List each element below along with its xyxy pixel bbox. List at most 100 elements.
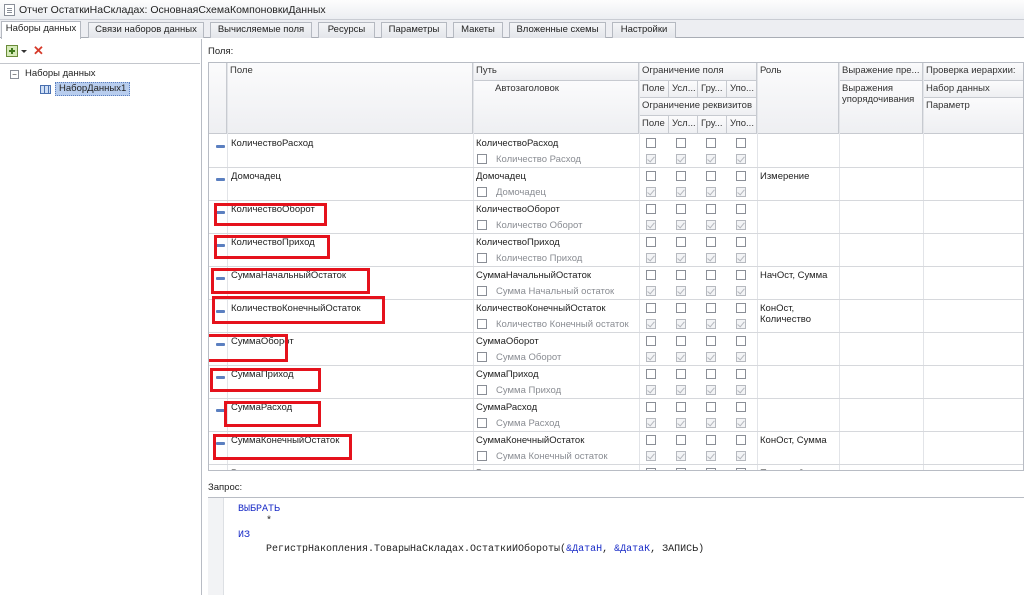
- field-title[interactable]: Сумма Приход: [496, 385, 636, 396]
- attr-restriction-checkbox[interactable]: [646, 385, 656, 395]
- field-restriction-checkbox[interactable]: [646, 402, 656, 412]
- tab-nested-schemas[interactable]: Вложенные схемы: [509, 22, 606, 38]
- autotitle-checkbox[interactable]: [477, 352, 487, 362]
- field-restriction-checkbox[interactable]: [736, 171, 746, 181]
- field-role[interactable]: КонОст, Сумма: [760, 435, 836, 446]
- field-restriction-checkbox[interactable]: [736, 369, 746, 379]
- delete-button[interactable]: ✕: [33, 44, 45, 57]
- field-name[interactable]: СуммаКонечныйОстаток: [231, 435, 467, 446]
- table-row[interactable]: СуммаНачальныйОстаток СуммаНачальныйОстат…: [209, 267, 1023, 300]
- table-row[interactable]: СуммаКонечныйОстаток СуммаКонечныйОстаток…: [209, 432, 1023, 465]
- attr-restriction-checkbox[interactable]: [706, 154, 716, 164]
- field-name[interactable]: КоличествоОборот: [231, 204, 467, 215]
- table-row[interactable]: СуммаОборот СуммаОборот Сумма Оборот: [209, 333, 1023, 366]
- field-title[interactable]: Количество Приход: [496, 253, 636, 264]
- autotitle-checkbox[interactable]: [477, 220, 487, 230]
- field-restriction-checkbox[interactable]: [646, 138, 656, 148]
- attr-restriction-checkbox[interactable]: [646, 319, 656, 329]
- field-path[interactable]: Регистратор: [476, 468, 636, 470]
- field-title[interactable]: Сумма Оборот: [496, 352, 636, 363]
- attr-restriction-checkbox[interactable]: [676, 451, 686, 461]
- field-restriction-checkbox[interactable]: [706, 468, 716, 470]
- table-row[interactable]: Домочадец Домочадец Домочадец Измерение: [209, 168, 1023, 201]
- field-restriction-checkbox[interactable]: [646, 369, 656, 379]
- header-attr-restriction[interactable]: Ограничение реквизитов: [639, 98, 757, 116]
- autotitle-checkbox[interactable]: [477, 286, 487, 296]
- header-path[interactable]: Путь: [473, 63, 639, 81]
- field-restriction-checkbox[interactable]: [706, 204, 716, 214]
- field-restriction-checkbox[interactable]: [736, 402, 746, 412]
- field-path[interactable]: КоличествоРасход: [476, 138, 636, 149]
- field-restriction-checkbox[interactable]: [706, 402, 716, 412]
- header-hierarchy-check[interactable]: Проверка иерархии:: [923, 63, 1023, 81]
- field-restriction-checkbox[interactable]: [736, 303, 746, 313]
- autotitle-checkbox[interactable]: [477, 253, 487, 263]
- attr-restriction-checkbox[interactable]: [706, 385, 716, 395]
- table-row[interactable]: КоличествоКонечныйОстаток КоличествоКонеч…: [209, 300, 1023, 333]
- tab-templates[interactable]: Макеты: [453, 22, 503, 38]
- field-path[interactable]: СуммаОборот: [476, 336, 636, 347]
- attr-restriction-checkbox[interactable]: [736, 352, 746, 362]
- attr-restriction-checkbox[interactable]: [646, 451, 656, 461]
- field-restriction-checkbox[interactable]: [736, 138, 746, 148]
- header-field-col[interactable]: Поле: [639, 81, 669, 98]
- attr-restriction-checkbox[interactable]: [676, 154, 686, 164]
- field-name[interactable]: КоличествоКонечныйОстаток: [231, 303, 467, 314]
- field-restriction-checkbox[interactable]: [706, 237, 716, 247]
- autotitle-checkbox[interactable]: [477, 418, 487, 428]
- field-restriction-checkbox[interactable]: [706, 270, 716, 280]
- tab-parameters[interactable]: Параметры: [381, 22, 447, 38]
- attr-restriction-checkbox[interactable]: [676, 187, 686, 197]
- field-title[interactable]: Количество Конечный остаток: [496, 319, 636, 330]
- attr-restriction-checkbox[interactable]: [706, 319, 716, 329]
- tab-settings[interactable]: Настройки: [612, 22, 676, 38]
- field-path[interactable]: КоличествоПриход: [476, 237, 636, 248]
- attr-restriction-checkbox[interactable]: [646, 352, 656, 362]
- field-title[interactable]: Сумма Расход: [496, 418, 636, 429]
- header-order-expr[interactable]: Выражения упорядочивания: [839, 81, 923, 134]
- field-path[interactable]: СуммаНачальныйОстаток: [476, 270, 636, 281]
- field-restriction-checkbox[interactable]: [676, 171, 686, 181]
- attr-restriction-checkbox[interactable]: [646, 253, 656, 263]
- field-restriction-checkbox[interactable]: [646, 171, 656, 181]
- field-role[interactable]: НачОст, Сумма: [760, 270, 836, 281]
- attr-restriction-checkbox[interactable]: [706, 253, 716, 263]
- attr-restriction-checkbox[interactable]: [676, 352, 686, 362]
- field-title[interactable]: Количество Оборот: [496, 220, 636, 231]
- field-restriction-checkbox[interactable]: [736, 435, 746, 445]
- attr-restriction-checkbox[interactable]: [706, 352, 716, 362]
- tab-resources[interactable]: Ресурсы: [318, 22, 375, 38]
- attr-restriction-checkbox[interactable]: [706, 187, 716, 197]
- attr-restriction-checkbox[interactable]: [676, 286, 686, 296]
- attr-restriction-checkbox[interactable]: [736, 220, 746, 230]
- field-restriction-checkbox[interactable]: [706, 369, 716, 379]
- autotitle-checkbox[interactable]: [477, 385, 487, 395]
- tab-calculated-fields[interactable]: Вычисляемые поля: [210, 22, 312, 38]
- field-name[interactable]: Домочадец: [231, 171, 467, 182]
- field-path[interactable]: СуммаКонечныйОстаток: [476, 435, 636, 446]
- header-attr-field[interactable]: Поле: [639, 116, 669, 134]
- field-restriction-checkbox[interactable]: [646, 336, 656, 346]
- attr-restriction-checkbox[interactable]: [646, 187, 656, 197]
- attr-restriction-checkbox[interactable]: [736, 187, 746, 197]
- attr-restriction-checkbox[interactable]: [676, 253, 686, 263]
- field-restriction-checkbox[interactable]: [676, 468, 686, 470]
- field-restriction-checkbox[interactable]: [646, 468, 656, 470]
- header-field[interactable]: Поле: [227, 63, 473, 134]
- autotitle-checkbox[interactable]: [477, 451, 487, 461]
- attr-restriction-checkbox[interactable]: [736, 385, 746, 395]
- field-role[interactable]: КонОст, Количество: [760, 303, 836, 325]
- attr-restriction-checkbox[interactable]: [646, 154, 656, 164]
- header-parameter[interactable]: Параметр: [923, 98, 1023, 134]
- attr-restriction-checkbox[interactable]: [646, 220, 656, 230]
- header-cond-col[interactable]: Усл...: [669, 81, 698, 98]
- attr-restriction-checkbox[interactable]: [706, 451, 716, 461]
- field-title[interactable]: Домочадец: [496, 187, 636, 198]
- field-restriction-checkbox[interactable]: [706, 138, 716, 148]
- field-name[interactable]: СуммаРасход: [231, 402, 467, 413]
- field-path[interactable]: СуммаРасход: [476, 402, 636, 413]
- field-title[interactable]: Количество Расход: [496, 154, 636, 165]
- field-restriction-checkbox[interactable]: [736, 204, 746, 214]
- attr-restriction-checkbox[interactable]: [736, 319, 746, 329]
- tab-data-sets[interactable]: Наборы данных: [1, 21, 81, 39]
